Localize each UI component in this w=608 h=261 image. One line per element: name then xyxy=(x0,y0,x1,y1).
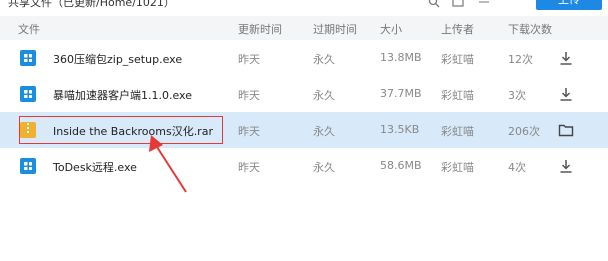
annotation-arrow xyxy=(149,135,187,193)
